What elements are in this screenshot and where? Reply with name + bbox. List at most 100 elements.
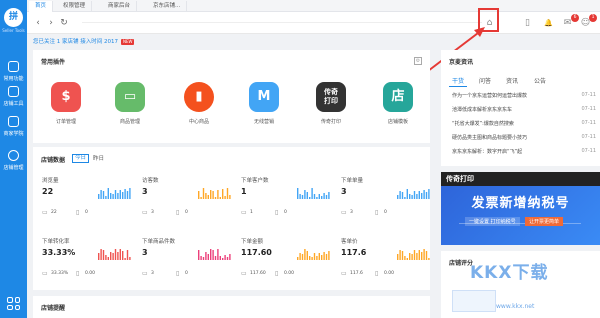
center-goods-icon: ▮ [184,82,214,112]
tab-permissions[interactable]: 权限管理 [57,1,93,12]
forward-button[interactable]: › [45,17,57,29]
sparkline-bar [309,197,311,199]
desktop-icon: ▭ [341,270,347,277]
address-divider [82,22,482,23]
sparkline-bar [117,193,119,199]
sparkline-bar [210,249,212,260]
sparkline-bar [418,250,420,260]
news-item[interactable]: 硬仿品类主图和商品标题要小技巧 07-11 [452,134,596,143]
sparkline-bar [198,250,200,260]
sidebar-item-common[interactable]: 常用功能 [0,61,27,82]
stat-pc-value: 3 [151,210,154,215]
news-title: 京麦资讯 [449,59,474,66]
mobile-icon: ▯ [176,209,180,216]
sparkline-bar [102,250,105,260]
news-item[interactable]: 京东京东解析：数字开启“飞”起 07-11 [452,148,596,157]
news-tab-dry[interactable]: 干货 [452,76,464,85]
stat-pc-value: 3 [151,271,154,276]
mobile-icon: ▯ [76,270,80,277]
plugin-print[interactable]: 传奇 打印 传奇打印 [305,82,357,125]
stat-mobile-value: 0 [85,210,88,215]
desktop-icon: ▭ [142,270,148,277]
sparkline-bar [98,253,100,260]
stat-name: 下单客户数 [241,178,269,184]
sparkline-bar [124,258,126,260]
refresh-button[interactable]: ↻ [58,17,70,29]
sparkline-bar [224,255,226,260]
plugin-shop-template[interactable]: 店 店铺模板 [372,82,424,125]
sparkline-bar [212,191,214,199]
plugin-label: 传奇打印 [320,119,341,125]
sparkline-bar [304,190,306,199]
tab-home[interactable]: 首页 [29,1,54,12]
news-item[interactable]: “托省大爆发”:爆款自然搜索 07-11 [452,120,596,129]
stat-name: 下单转化率 [42,239,70,245]
user-icon[interactable]: ☺ 1 [579,14,597,30]
sparkline-bar [129,188,131,199]
sparkline-bar [323,252,325,260]
news-tab-indicator [449,86,467,87]
stat-mobile-value: 0.00 [284,271,295,276]
tab-jd-shop[interactable]: 京东店铺... [147,1,188,12]
stat-pc-value: 117.6 [350,271,363,276]
sparkline-bar [328,192,330,199]
sparkline-bar [98,194,100,199]
tab-yesterday[interactable]: 昨日 [93,154,104,162]
shop-template-icon: 店 [383,82,413,112]
news-item[interactable]: 池潭低成本解析京东京东车 07-11 [452,106,596,115]
sparkline [198,188,231,199]
sparkline-bar [418,191,420,199]
stat-tile: 下单单量 3 ▭ 3 ▯ 0 [341,176,431,228]
product-icon: ▭ [115,82,145,112]
sparkline-bar [100,249,102,260]
sidebar-item-shop-admin[interactable]: 店铺管理 [0,150,27,171]
back-button[interactable]: ‹ [32,17,44,29]
desktop-icon: ▭ [42,270,48,277]
mobile-icon[interactable]: ▯ [521,17,534,30]
sparkline-bar [212,250,214,260]
stat-tile: 浏览量 22 ▭ 22 ▯ 0 [42,176,132,228]
stat-mobile-value: 0 [185,271,188,276]
sparkline-bar [229,195,231,199]
sparkline-bar [306,192,308,199]
stat-value: 117.60 [241,248,272,257]
sparkline-bar [207,195,209,199]
sidebar-item-label: 商家学院 [3,131,24,137]
message-badge: 6 [571,14,579,22]
mobile-icon: ▯ [375,209,379,216]
stat-name: 下单商品件数 [142,239,176,245]
shop-icon [8,86,19,97]
sparkline-bar [313,253,316,260]
tab-merchant-backend[interactable]: 商家后台 [102,1,138,12]
news-tab-info[interactable]: 资讯 [506,76,518,85]
plugin-wireless-marketing[interactable]: M 无线营销 [238,82,290,125]
news-tab-qa[interactable]: 问答 [479,76,491,85]
sparkline-bar [313,194,316,199]
settings-icon[interactable]: ⚙ [414,57,422,65]
bell-icon[interactable]: 🔔 [542,17,555,30]
plugin-products[interactable]: ▭ 商品管理 [104,82,156,125]
stat-mobile-value: 0 [185,210,188,215]
news-item[interactable]: 作为一个京东运营如何运营出爆款 07-11 [452,92,596,101]
sparkline-bar [205,252,207,260]
sparkline-bar [299,253,301,260]
sparkline-bar [404,256,406,260]
grid-icon[interactable] [7,297,20,310]
notice-bar[interactable]: 您已关注 1 家店铺 接入时间 2017 NEW [33,38,135,46]
sparkline [397,189,430,199]
sparkline-bar [428,258,430,260]
sparkline-bar [119,190,121,199]
app-window: { "sidebar": { "logo": "拼", "logo_sub": … [0,0,600,318]
sidebar-item-shop-tools[interactable]: 店铺工具 [0,86,27,107]
stat-value: 117.6 [341,248,367,257]
banner-sub-a: 一键设置 打印纳税号 [465,217,520,226]
message-icon[interactable]: ✉ 6 [561,14,579,30]
tab-today[interactable]: 今日 [72,154,90,163]
news-tab-notice[interactable]: 公告 [534,76,546,85]
plugin-orders[interactable]: $ 订单管理 [40,82,92,125]
plugin-center-goods[interactable]: ▮ 中心商品 [173,82,225,125]
promo-banner[interactable]: 传奇打印 发票新增纳税号 一键设置 打印纳税号 让开票更简单 [441,172,600,245]
sparkline-bar [126,191,129,199]
sidebar-item-academy[interactable]: 商家学院 [0,116,27,137]
stat-pc-value: 33.33% [51,271,69,276]
